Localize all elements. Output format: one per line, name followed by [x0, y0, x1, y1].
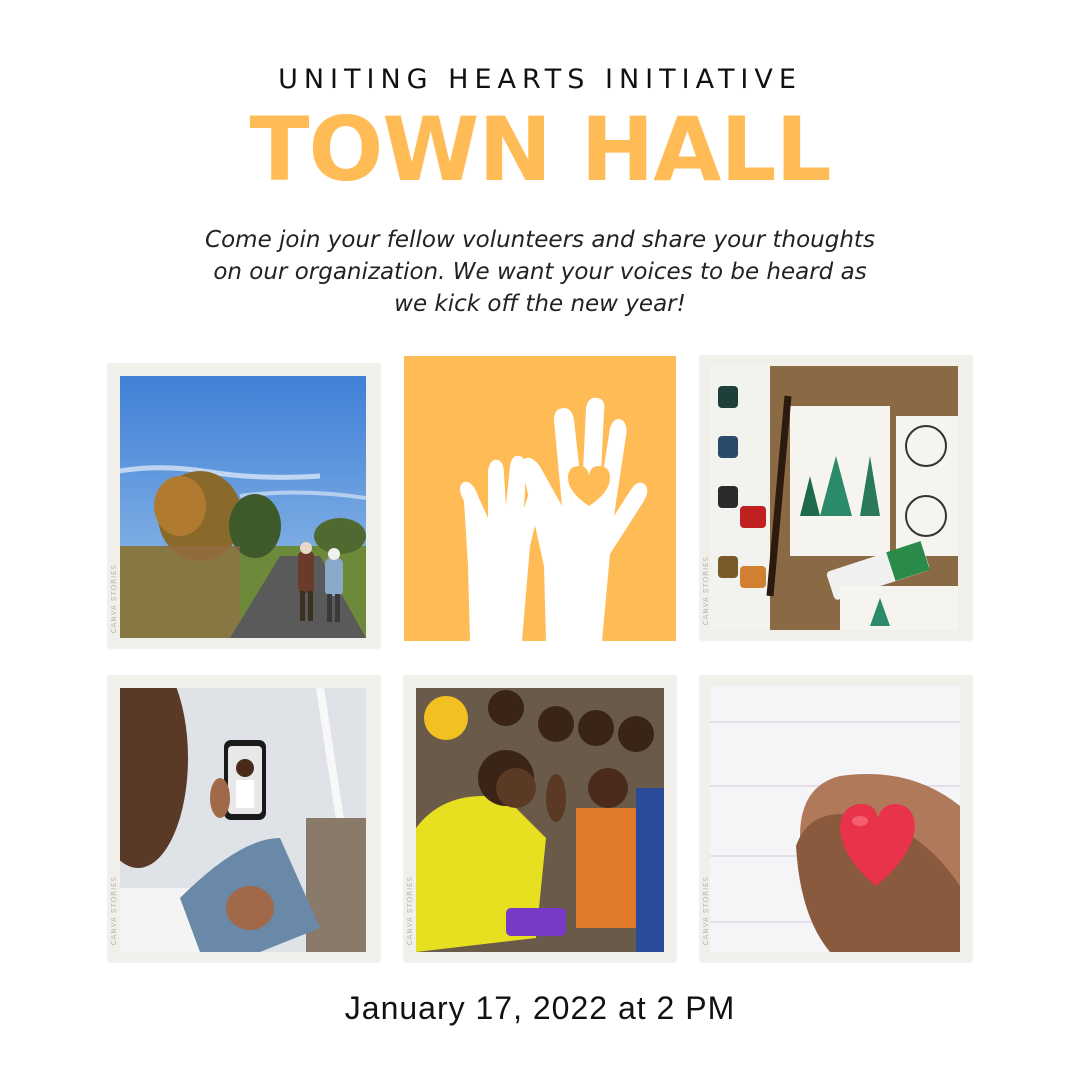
event-title: TOWN HALL	[249, 98, 831, 201]
raised-hands-heart-logo	[404, 356, 676, 641]
photo-frame-1: CANVA STORIES	[108, 364, 380, 648]
event-description: Come join your fellow volunteers and sha…	[205, 227, 875, 317]
frame-caption: CANVA STORIES	[702, 556, 710, 626]
photo-frame-4: CANVA STORIES	[108, 676, 380, 962]
photo-frame-3: CANVA STORIES	[700, 356, 972, 640]
elderly-couple-walking-photo	[120, 376, 366, 638]
volunteer-with-children-photo	[416, 688, 664, 952]
video-call-phone-photo	[120, 688, 366, 952]
event-subtitle: UNITING HEARTS INITIATIVE	[278, 64, 802, 95]
photo-frame-5: CANVA STORIES	[404, 676, 676, 962]
hands-holding-heart-photo	[710, 686, 960, 952]
christmas-card-painting-photo	[710, 366, 958, 630]
frame-caption: CANVA STORIES	[406, 876, 414, 946]
photo-frame-6: CANVA STORIES	[700, 676, 972, 962]
frame-caption: CANVA STORIES	[110, 876, 118, 946]
event-date: January 17, 2022 at 2 PM	[344, 990, 736, 1026]
hands-heart-icon	[460, 397, 648, 641]
frame-caption: CANVA STORIES	[702, 876, 710, 946]
frame-caption: CANVA STORIES	[110, 564, 118, 634]
